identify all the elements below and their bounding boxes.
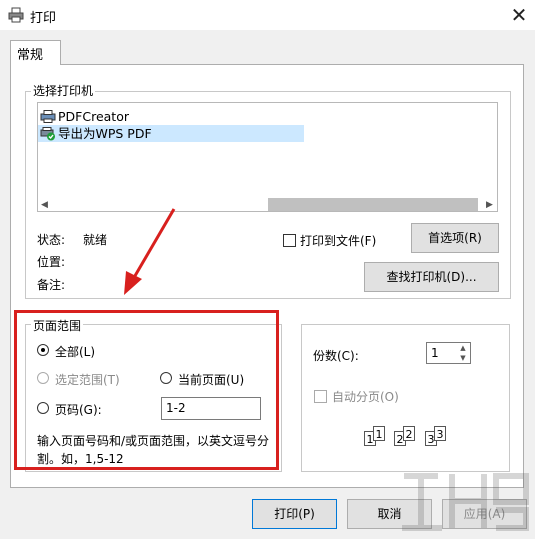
copies-down-icon[interactable]: ▼ (456, 353, 470, 363)
annotation-highlight-box (14, 310, 279, 470)
tab-general[interactable]: 常规 (10, 40, 61, 65)
window-title: 打印 (30, 11, 57, 26)
scroll-right-icon[interactable]: ▶ (486, 200, 493, 210)
scroll-left-icon[interactable]: ◀ (41, 200, 48, 210)
printer-label: PDFCreator (58, 109, 129, 124)
copies-up-icon[interactable]: ▲ (456, 343, 470, 353)
horizontal-scrollbar-thumb[interactable] (268, 198, 478, 211)
collate-checkbox[interactable] (314, 390, 327, 403)
copies-label: 份数(C): (313, 349, 359, 363)
printer-item-wps-pdf[interactable]: 导出为WPS PDF (38, 125, 304, 142)
location-label: 位置: (37, 255, 66, 269)
printer-list[interactable]: PDFCreator 导出为WPS PDF ◀ ▶ (37, 102, 498, 212)
preferences-button[interactable]: 首选项(R) (411, 223, 499, 253)
print-button[interactable]: 打印(P) (252, 499, 337, 529)
find-printer-button[interactable]: 查找打印机(D)... (364, 262, 499, 292)
print-to-file-checkbox[interactable] (283, 234, 296, 247)
status-label: 状态: (37, 233, 66, 247)
printer-item-pdfcreator[interactable]: PDFCreator (38, 108, 497, 125)
printer-label: 导出为WPS PDF (58, 126, 152, 141)
collate-page-icon: 3 (434, 426, 446, 441)
printer-icon (40, 110, 56, 123)
collate-label: 自动分页(O) (332, 390, 399, 404)
printer-icon (8, 7, 24, 23)
default-printer-icon (40, 127, 55, 141)
watermark-logo-icon (402, 473, 529, 531)
select-printer-title: 选择打印机 (31, 82, 96, 99)
collate-page-icon: 1 (373, 426, 385, 441)
comment-label: 备注: (37, 278, 66, 292)
print-to-file-label: 打印到文件(F) (300, 234, 377, 248)
annotation-arrow-icon (124, 208, 176, 295)
status-value: 就绪 (83, 233, 108, 247)
collate-page-icon: 2 (403, 426, 415, 441)
close-button[interactable]: ✕ (503, 0, 535, 30)
title-bar (0, 0, 535, 30)
